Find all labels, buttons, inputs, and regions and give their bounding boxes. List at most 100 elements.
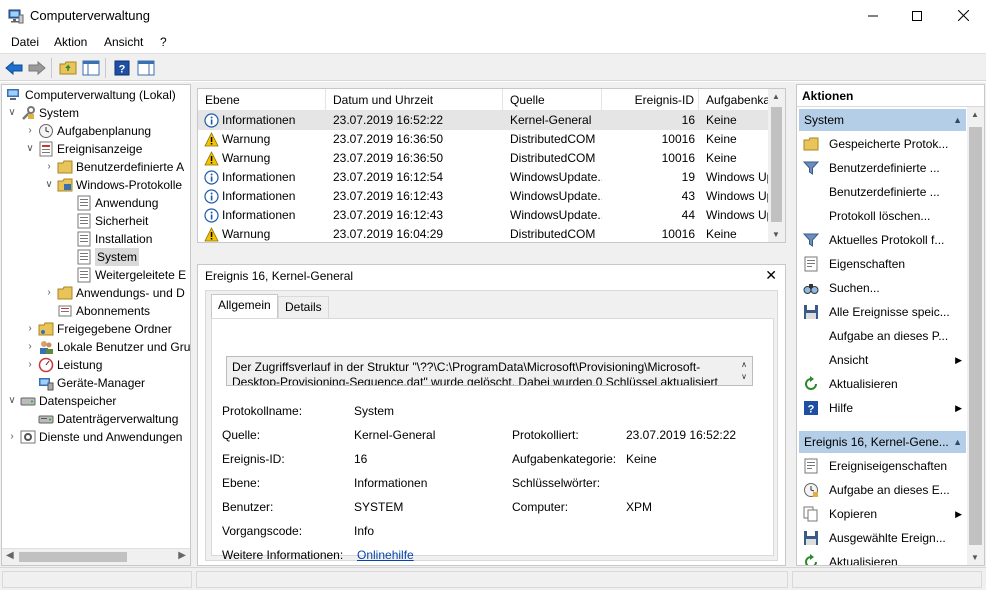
- collapse-icon[interactable]: ▲: [953, 109, 962, 131]
- actions-group-event[interactable]: Ereignis 16, Kernel-Gene... ▲: [799, 431, 966, 453]
- action-item[interactable]: Alle Ereignisse speic...: [799, 300, 966, 324]
- collapse-icon[interactable]: ∨: [24, 140, 36, 158]
- tree-item-geraete-manager[interactable]: Geräte-Manager: [36, 374, 145, 392]
- action-item[interactable]: Gespeicherte Protok...: [799, 132, 966, 156]
- actions-scrollbar[interactable]: ▲ ▼: [967, 107, 984, 565]
- tree-item-benutzerdefinierte[interactable]: › Benutzerdefinierte A: [43, 158, 184, 176]
- tree-horizontal-scrollbar[interactable]: ◀ ▶: [2, 548, 190, 565]
- chevron-down-icon[interactable]: ∨: [738, 371, 750, 383]
- maximize-button[interactable]: [894, 0, 940, 31]
- event-row[interactable]: Warnung 23.07.2019 16:04:29 DistributedCOM…: [198, 225, 770, 242]
- tree-item-system-log[interactable]: System: [74, 248, 140, 266]
- collapse-icon[interactable]: ∨: [6, 104, 18, 122]
- onlinehilfe-link[interactable]: Onlinehilfe: [357, 548, 414, 562]
- tree-item-aufgabenplanung[interactable]: › Aufgabenplanung: [24, 122, 151, 140]
- expand-icon[interactable]: ›: [43, 158, 55, 176]
- tab-allgemein[interactable]: Allgemein: [211, 294, 278, 319]
- expand-icon[interactable]: ›: [24, 320, 36, 338]
- collapse-icon[interactable]: ∨: [43, 176, 55, 194]
- action-item[interactable]: Suchen...: [799, 276, 966, 300]
- action-item[interactable]: Aufgabe an dieses E...: [799, 478, 966, 502]
- expand-icon[interactable]: ›: [24, 338, 36, 356]
- tree-item-anwendung[interactable]: Anwendung: [74, 194, 158, 212]
- tab-details[interactable]: Details: [278, 296, 329, 318]
- event-row[interactable]: Warnung 23.07.2019 16:36:50 DistributedCOM…: [198, 149, 770, 168]
- tree-item-abonnements[interactable]: Abonnements: [55, 302, 150, 320]
- close-icon[interactable]: ✕: [765, 267, 777, 284]
- action-item[interactable]: Benutzerdefinierte ...: [799, 180, 966, 204]
- tree-item-sicherheit[interactable]: Sicherheit: [74, 212, 148, 230]
- tree-item-datentraegerverwaltung[interactable]: Datenträgerverwaltung: [36, 410, 178, 428]
- tree-item-datenspeicher[interactable]: ∨ Datenspeicher: [6, 392, 116, 410]
- expand-icon[interactable]: ›: [24, 356, 36, 374]
- tree-item-system[interactable]: ∨ System: [6, 104, 79, 122]
- menu-aktion[interactable]: Aktion: [54, 35, 87, 49]
- expand-icon[interactable]: ›: [43, 284, 55, 302]
- tree-item-installation[interactable]: Installation: [74, 230, 152, 248]
- pane-splitter[interactable]: [197, 244, 786, 264]
- expand-icon[interactable]: ›: [6, 428, 18, 446]
- action-item[interactable]: Aufgabe an dieses P...: [799, 324, 966, 348]
- tree-item-leistung[interactable]: › Leistung: [24, 356, 102, 374]
- tree-item-anwendungs-dienstprotokolle[interactable]: › Anwendungs- und D: [43, 284, 184, 302]
- event-row[interactable]: Informationen 23.07.2019 16:52:22 Kernel-G…: [198, 111, 770, 130]
- menu-help[interactable]: ?: [160, 35, 167, 49]
- up-folder-button[interactable]: [58, 58, 78, 78]
- forward-button[interactable]: [27, 58, 47, 78]
- actions-group-system[interactable]: System ▲: [799, 109, 966, 131]
- column-header-ebene[interactable]: Ebene: [198, 89, 326, 111]
- scroll-up-icon[interactable]: ▲: [772, 92, 780, 101]
- scrollbar-thumb[interactable]: [771, 107, 782, 222]
- tree-item-weitergeleitete[interactable]: Weitergeleitete E: [74, 266, 186, 284]
- scrollbar-thumb[interactable]: [969, 127, 982, 545]
- column-header-datum[interactable]: Datum und Uhrzeit: [326, 89, 503, 111]
- scrollbar-thumb[interactable]: [19, 552, 127, 562]
- scroll-right-icon[interactable]: ▶: [178, 550, 186, 561]
- action-item[interactable]: Kopieren ▶: [799, 502, 966, 526]
- description-scroll[interactable]: ∧ ∨: [738, 359, 750, 383]
- column-header-aufgabenkategorie[interactable]: Aufgabenkategorie: [699, 89, 770, 111]
- action-item[interactable]: ? Hilfe ▶: [799, 396, 966, 420]
- action-item[interactable]: Ausgewählte Ereign...: [799, 526, 966, 550]
- scroll-down-icon[interactable]: ▼: [772, 230, 780, 239]
- event-description[interactable]: Der Zugriffsverlauf in der Struktur "\??…: [226, 356, 753, 386]
- event-category: Keine: [706, 113, 737, 127]
- collapse-icon[interactable]: ▲: [953, 431, 962, 453]
- tree-item-freigegebene-ordner[interactable]: › Freigegebene Ordner: [24, 320, 171, 338]
- menu-datei[interactable]: Datei: [11, 35, 39, 49]
- scroll-up-icon[interactable]: ▲: [971, 110, 979, 119]
- tree-item-lokale-benutzer[interactable]: › Lokale Benutzer und Gru: [24, 338, 190, 356]
- collapse-icon[interactable]: ∨: [6, 392, 18, 410]
- show-hide-action-pane-button[interactable]: [136, 58, 156, 78]
- column-header-ereignis-id[interactable]: Ereignis-ID: [602, 89, 699, 111]
- close-button[interactable]: [940, 0, 986, 31]
- minimize-button[interactable]: [850, 0, 896, 31]
- action-item[interactable]: Eigenschaften: [799, 252, 966, 276]
- chevron-up-icon[interactable]: ∧: [738, 359, 750, 371]
- action-item[interactable]: Ereigniseigenschaften: [799, 454, 966, 478]
- action-item[interactable]: Protokoll löschen...: [799, 204, 966, 228]
- action-item[interactable]: Aktualisieren: [799, 550, 966, 565]
- column-header-quelle[interactable]: Quelle: [503, 89, 602, 111]
- event-list-scrollbar[interactable]: ▲ ▼: [768, 89, 785, 242]
- tree-item-windows-protokolle[interactable]: ∨ Windows-Protokolle: [43, 176, 182, 194]
- action-item[interactable]: Benutzerdefinierte ...: [799, 156, 966, 180]
- console-tree: Computerverwaltung (Lokal) ∨ System › Au…: [1, 84, 191, 566]
- back-button[interactable]: [4, 58, 24, 78]
- tree-item-computerverwaltung[interactable]: Computerverwaltung (Lokal): [4, 86, 176, 104]
- action-item[interactable]: Aktuelles Protokoll f...: [799, 228, 966, 252]
- show-hide-tree-button[interactable]: [81, 58, 101, 78]
- expand-icon[interactable]: ›: [24, 122, 36, 140]
- menu-ansicht[interactable]: Ansicht: [104, 35, 143, 49]
- event-row[interactable]: Informationen 23.07.2019 16:12:54 WindowsU…: [198, 168, 770, 187]
- help-button[interactable]: ?: [112, 58, 132, 78]
- tree-item-ereignisanzeige[interactable]: ∨ Ereignisanzeige: [24, 140, 142, 158]
- scroll-down-icon[interactable]: ▼: [971, 553, 979, 562]
- event-row[interactable]: Warnung 23.07.2019 16:36:50 DistributedCOM…: [198, 130, 770, 149]
- event-row[interactable]: Informationen 23.07.2019 16:12:43 WindowsU…: [198, 206, 770, 225]
- action-item[interactable]: Aktualisieren: [799, 372, 966, 396]
- scroll-left-icon[interactable]: ◀: [6, 550, 14, 561]
- tree-item-dienste-anwendungen[interactable]: › Dienste und Anwendungen: [6, 428, 182, 446]
- event-row[interactable]: Informationen 23.07.2019 16:12:43 WindowsU…: [198, 187, 770, 206]
- action-item[interactable]: Ansicht ▶: [799, 348, 966, 372]
